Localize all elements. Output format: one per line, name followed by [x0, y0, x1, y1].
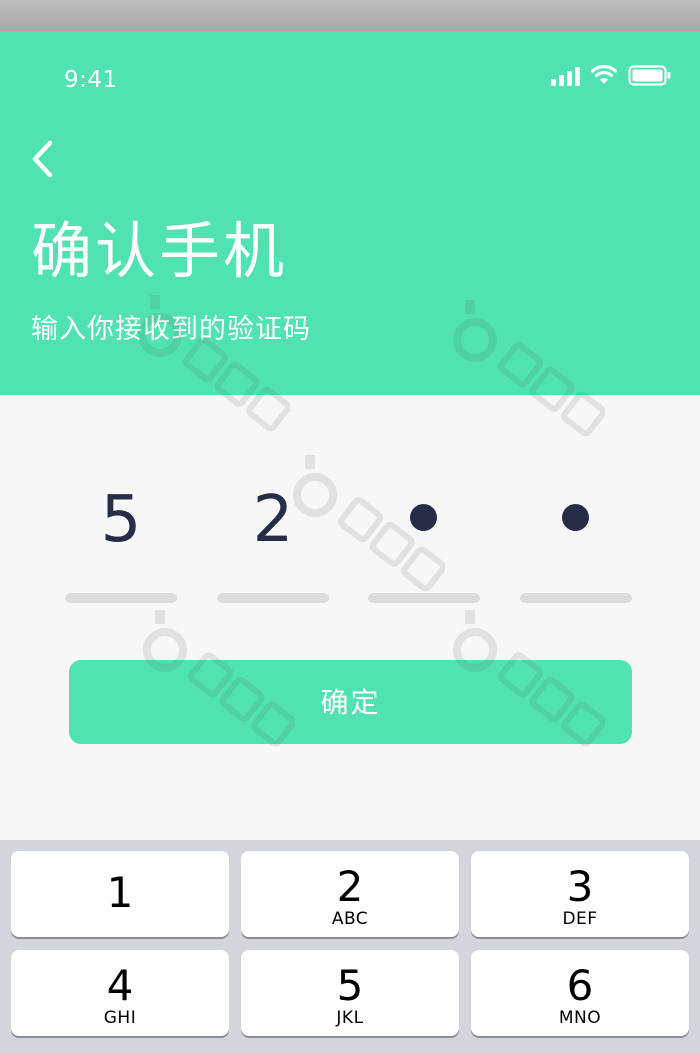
key-number: 3: [566, 862, 594, 911]
confirm-button[interactable]: 确定: [69, 660, 632, 744]
verification-code-input[interactable]: 5 2: [0, 480, 700, 610]
key-letters: ABC: [331, 909, 369, 929]
key-3[interactable]: 3 DEF: [471, 851, 689, 937]
key-number: 6: [566, 961, 594, 1010]
key-5[interactable]: 5 JKL: [241, 950, 459, 1036]
key-6[interactable]: 6 MNO: [471, 950, 689, 1036]
key-4[interactable]: 4 GHI: [11, 950, 229, 1036]
code-underline: [368, 593, 480, 603]
key-2[interactable]: 2 ABC: [241, 851, 459, 937]
device-bezel: [0, 0, 700, 31]
battery-icon: [628, 65, 672, 86]
code-digit-4[interactable]: [520, 480, 632, 604]
wifi-icon: [590, 65, 618, 86]
signal-icon: [551, 66, 580, 86]
code-underline: [65, 593, 177, 603]
key-number: 4: [106, 961, 134, 1010]
code-digit-text: 2: [252, 483, 294, 557]
key-number: 1: [106, 868, 134, 917]
status-icons: [551, 64, 672, 86]
key-letters: MNO: [558, 1008, 602, 1028]
key-number: 2: [336, 862, 364, 911]
key-number: 5: [336, 961, 364, 1010]
chevron-left-icon[interactable]: [28, 139, 58, 179]
code-digit-3[interactable]: [368, 480, 480, 604]
screen: 9:41 确认手机 输入你接收到的验证码 5 2 确定 1 2 ABC 3 DE…: [0, 0, 700, 1053]
key-letters: DEF: [562, 909, 598, 929]
code-digit-1[interactable]: 5: [65, 480, 177, 604]
key-letters: JKL: [336, 1008, 364, 1028]
masked-digit-dot: [562, 504, 589, 531]
key-letters: GHI: [103, 1008, 137, 1028]
masked-digit-dot: [410, 504, 437, 531]
code-underline: [520, 593, 632, 603]
header: 9:41 确认手机 输入你接收到的验证码: [0, 31, 700, 395]
code-underline: [217, 593, 329, 603]
page-subtitle: 输入你接收到的验证码: [31, 314, 311, 345]
page-title: 确认手机: [31, 216, 288, 287]
code-digit-2[interactable]: 2: [217, 480, 329, 604]
code-digit-text: 5: [100, 483, 142, 557]
numeric-keyboard: 1 2 ABC 3 DEF 4 GHI 5 JKL 6 MNO: [0, 840, 700, 1053]
status-time: 9:41: [64, 67, 118, 93]
key-1[interactable]: 1: [11, 851, 229, 937]
